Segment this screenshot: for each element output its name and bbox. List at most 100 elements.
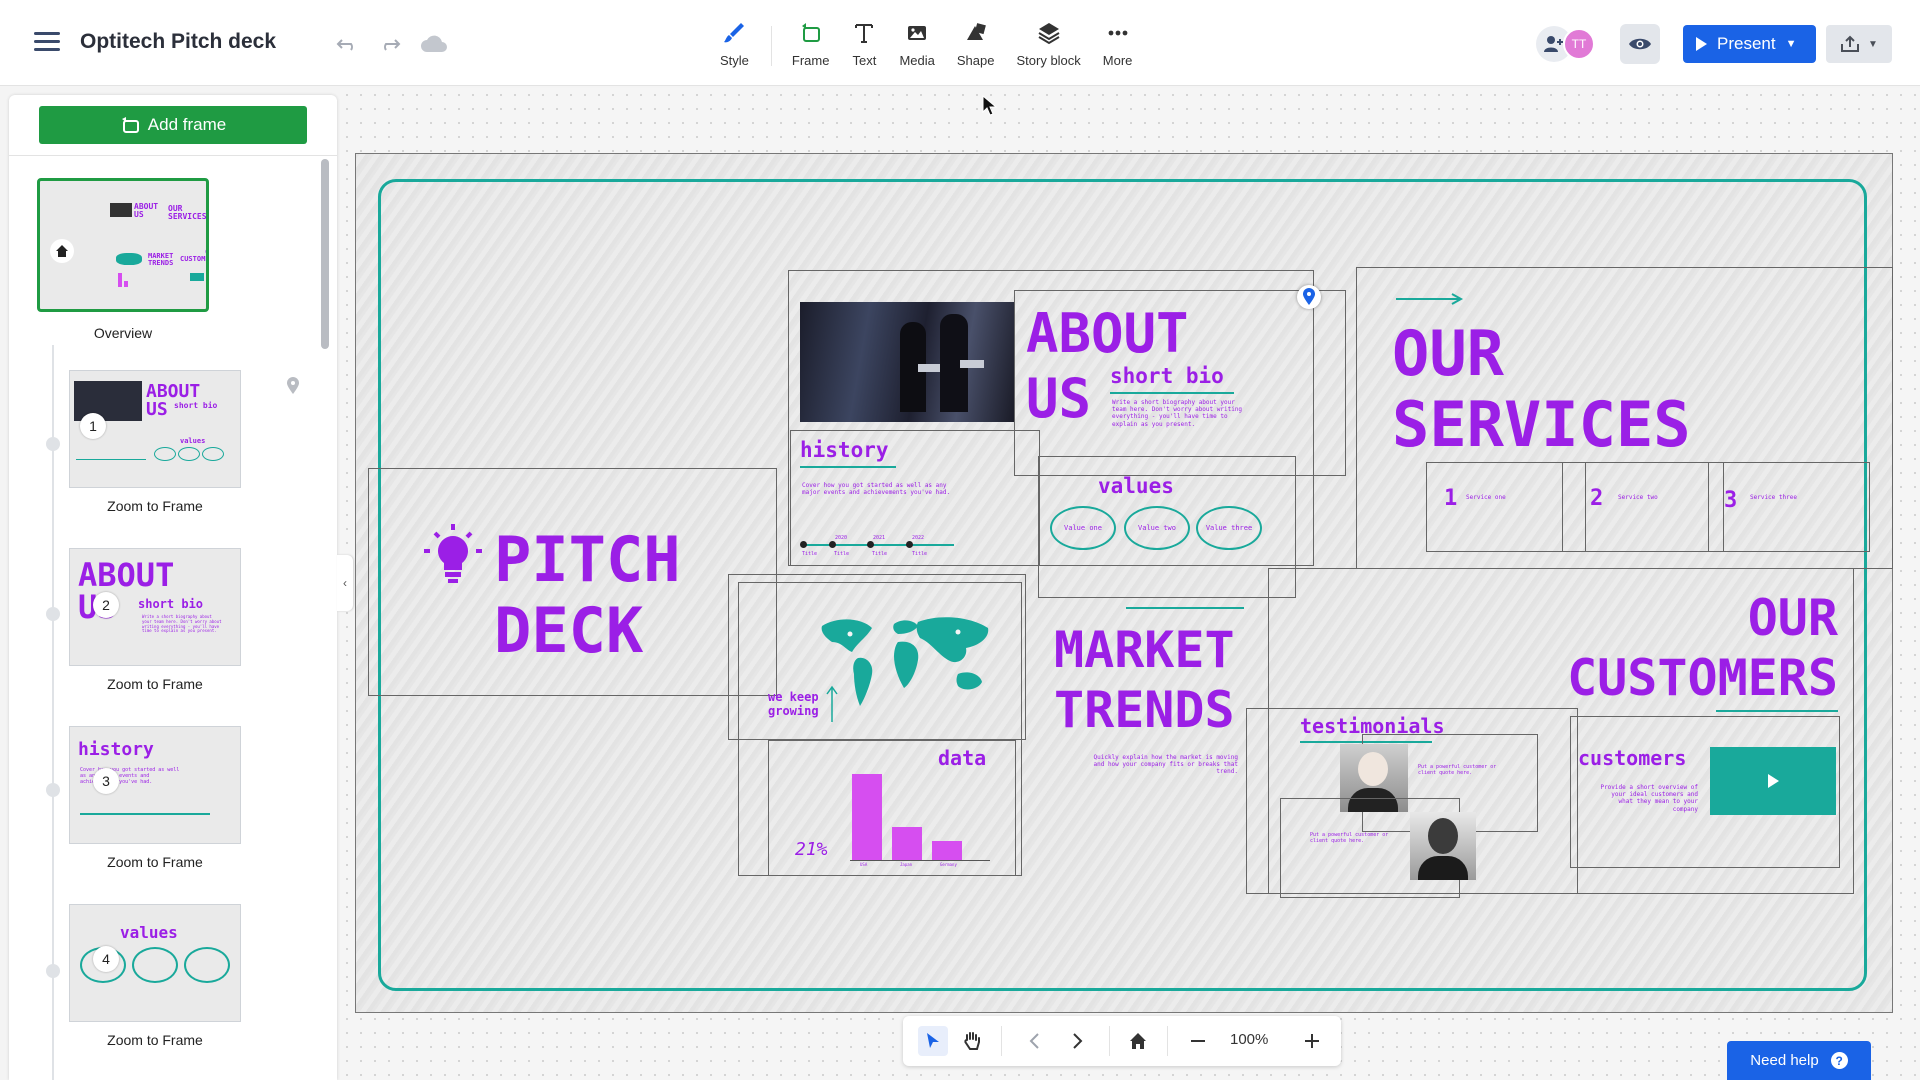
shape-tool-label: Shape [956, 53, 995, 68]
zoom-in-icon[interactable] [1297, 1026, 1327, 1056]
share-button[interactable]: ▼ [1826, 25, 1892, 63]
divider [1109, 1026, 1110, 1056]
timeline-label: Title [802, 551, 818, 557]
testimonial-quote: Put a powerful customer or client quote … [1418, 764, 1497, 776]
thumb-photo [110, 203, 132, 217]
chart-bar [892, 827, 922, 860]
pitch-deck-title[interactable]: PITCH DECK [494, 524, 681, 667]
chevron-down-icon[interactable]: ▼ [1868, 39, 1878, 50]
thumb-video [190, 273, 204, 281]
value-one-oval[interactable]: Value one [1050, 506, 1116, 550]
about-us-body[interactable]: Write a short biography about your team … [1112, 399, 1252, 428]
chart-axis [850, 860, 990, 861]
zoom-out-icon[interactable] [1183, 1026, 1213, 1056]
home-icon[interactable] [1123, 1026, 1153, 1056]
value-two-oval[interactable]: Value two [1124, 506, 1190, 550]
team-photo[interactable] [800, 302, 1014, 422]
play-icon[interactable] [1766, 773, 1780, 789]
thumb-about-text: ABOUT US [134, 202, 159, 219]
thumb-map [116, 253, 142, 265]
our-services-title[interactable]: OUR SERVICES [1392, 318, 1691, 461]
shape-tool[interactable]: Shape [956, 20, 995, 76]
service-two-frame[interactable] [1562, 462, 1724, 552]
chart-tick-label: Germany [940, 862, 957, 867]
timeline-dot [46, 607, 60, 621]
testimonial-quote: Put a powerful customer or client quote … [1310, 832, 1389, 844]
more-icon [1108, 30, 1128, 36]
collapse-panel-button[interactable]: ‹ [337, 555, 353, 611]
market-trends-title[interactable]: MARKET TRENDS [1054, 620, 1235, 740]
location-pin-icon[interactable] [1297, 285, 1321, 309]
thumb-sub-text: short bio [174, 401, 218, 410]
chevron-down-icon[interactable]: ▼ [1786, 38, 1797, 50]
thumb-bar [118, 273, 122, 287]
timeline-dot [46, 964, 60, 978]
redo-icon[interactable] [376, 30, 404, 58]
top-bar: Optitech Pitch deck Style Frame Text Med… [0, 0, 1920, 86]
text-tool-label: Text [852, 53, 877, 68]
about-us-subtitle[interactable]: short bio [1110, 364, 1224, 388]
thumb-services-text: OUR SERVICES [168, 204, 207, 221]
text-tool[interactable]: Text [851, 20, 877, 76]
divider [1167, 1026, 1168, 1056]
preview-button[interactable] [1620, 24, 1660, 64]
toolbar-divider [770, 26, 772, 66]
overview-thumbnail[interactable]: ABOUT US OUR SERVICES MARKET TRENDS OUR … [37, 178, 209, 312]
present-button[interactable]: Present ▼ [1683, 25, 1816, 63]
hand-tool-icon[interactable] [957, 1026, 987, 1056]
zoom-level[interactable]: 100% [1230, 1031, 1268, 1048]
value-three-oval[interactable]: Value three [1196, 506, 1262, 550]
document-title[interactable]: Optitech Pitch deck [80, 30, 276, 54]
avatar[interactable]: TT [1563, 28, 1595, 60]
thumb-oval [184, 947, 230, 983]
data-bar-chart[interactable]: USA Japan Germany [840, 752, 990, 867]
laptop [960, 360, 984, 368]
video-player[interactable] [1710, 747, 1836, 815]
timeline-node [906, 541, 913, 548]
timeline-node [829, 541, 836, 548]
timeline-dot [46, 783, 60, 797]
more-tool[interactable]: More [1103, 20, 1132, 76]
arrow-up-icon [826, 685, 838, 722]
world-map [821, 617, 989, 706]
frame-tool[interactable]: Frame [792, 20, 829, 76]
divider [9, 155, 337, 156]
location-pin-icon[interactable] [286, 377, 300, 400]
frame-number-badge: 3 [93, 768, 119, 794]
data-percent[interactable]: 21% [795, 839, 828, 860]
undo-icon[interactable] [333, 30, 361, 58]
home-icon[interactable] [50, 239, 74, 263]
chevron-left-icon[interactable] [1019, 1026, 1049, 1056]
market-trends-body[interactable]: Quickly explain how the market is moving… [1092, 754, 1239, 776]
need-help-button[interactable]: Need help ? [1727, 1041, 1871, 1080]
timeline-node [800, 541, 807, 548]
media-tool[interactable]: Media [899, 20, 935, 76]
thumb-oval [178, 447, 200, 461]
thumb-history-text: history [78, 739, 154, 760]
story-block-tool[interactable]: Story block [1016, 20, 1081, 76]
service-number: 2 [1590, 486, 1604, 511]
history-body[interactable]: Cover how you got started as well as any… [802, 482, 952, 496]
chevron-right-icon[interactable] [1063, 1026, 1093, 1056]
menu-icon[interactable] [34, 32, 60, 54]
select-tool-icon[interactable] [918, 1026, 948, 1056]
frame-number-badge: 2 [93, 592, 119, 618]
present-label: Present [1717, 34, 1776, 53]
face [1358, 752, 1388, 786]
service-label: Service one [1466, 494, 1506, 501]
mouse-cursor-icon [982, 95, 998, 116]
add-frame-button[interactable]: Add frame [39, 106, 307, 144]
thumb-customers-text: OUR CUSTOMERS [180, 249, 206, 263]
history-title[interactable]: history [800, 438, 889, 462]
we-keep-growing-text[interactable]: we keep growing [768, 690, 819, 719]
customers-body[interactable]: Provide a short overview of your ideal c… [1598, 784, 1698, 813]
scrollbar[interactable] [321, 159, 329, 349]
eye-icon [1629, 38, 1651, 50]
values-title[interactable]: values [1098, 474, 1174, 498]
thumb-market-text: MARKET TRENDS [148, 252, 174, 267]
customers-subtitle[interactable]: customers [1578, 746, 1686, 770]
our-customers-title[interactable]: OUR CUSTOMERS [1520, 588, 1838, 708]
timeline-node [867, 541, 874, 548]
collaborators: TT [1536, 26, 1600, 62]
style-tool[interactable]: Style [720, 20, 749, 76]
